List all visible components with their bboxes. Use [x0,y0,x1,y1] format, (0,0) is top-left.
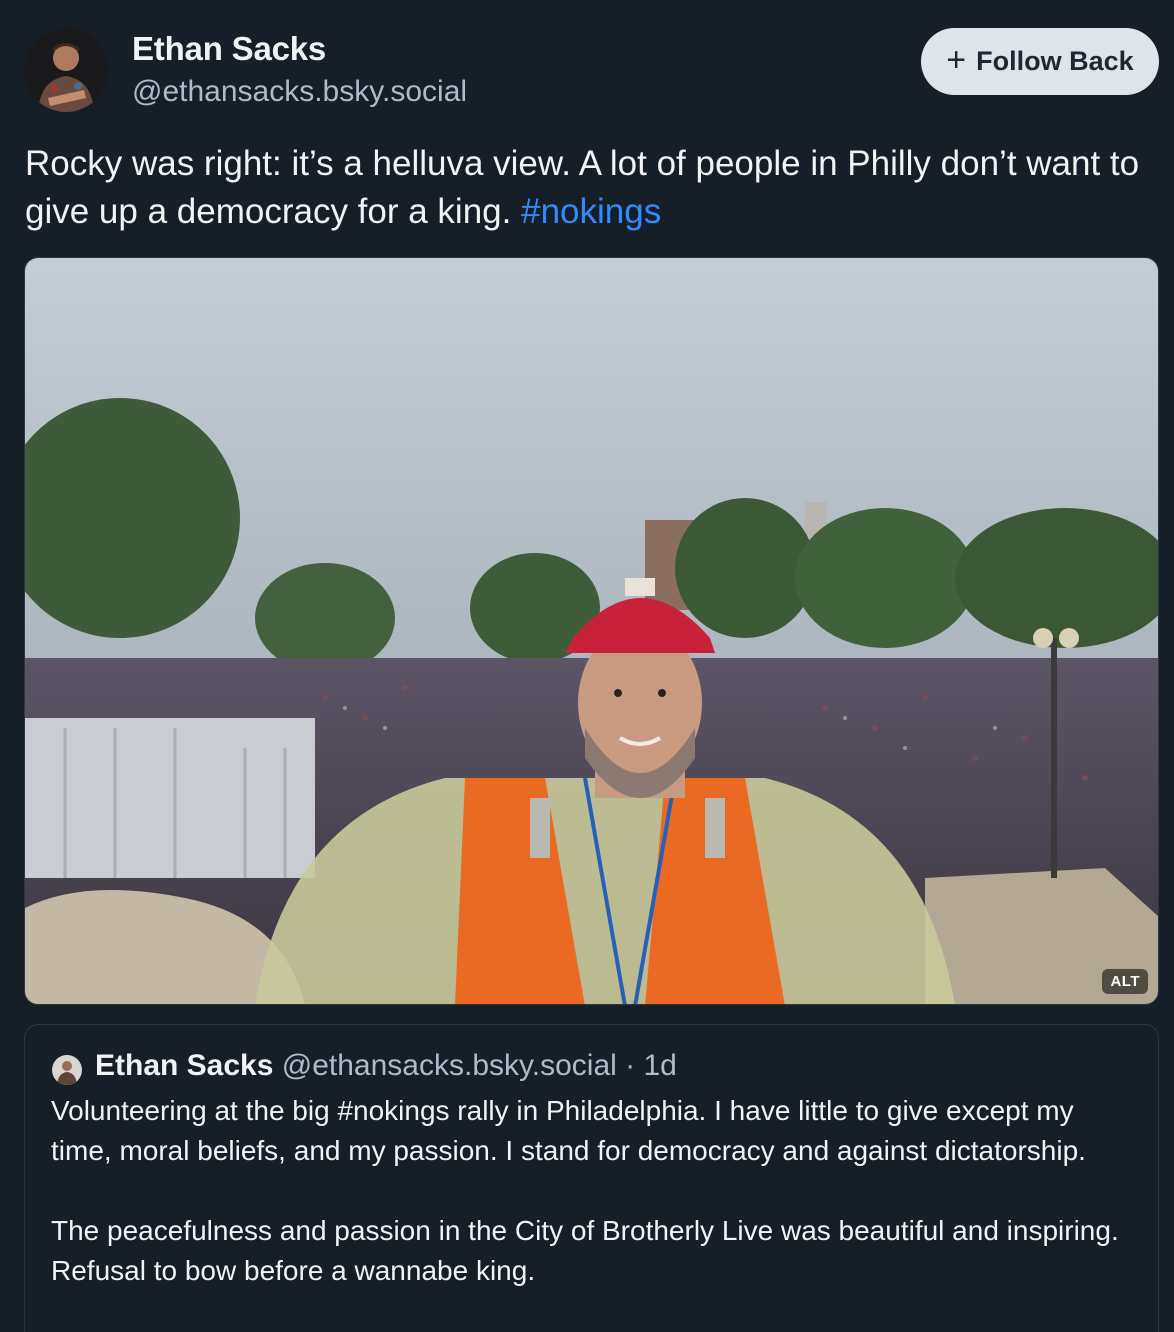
author-name[interactable]: Ethan Sacks [132,30,326,68]
quoted-post[interactable]: Ethan Sacks @ethansacks.bsky.social · 1d… [24,1024,1159,1332]
post-image[interactable]: ALT [24,257,1159,1005]
hashtag-link[interactable]: #nokings [521,192,661,231]
quoted-post-time: 1d [643,1049,677,1082]
rally-photo [25,258,1158,1004]
quoted-paragraph: The peacefulness and passion in the City… [51,1215,1119,1286]
quoted-author-name: Ethan Sacks [95,1049,274,1082]
quoted-paragraph: Volunteering at the big #nokings rally i… [51,1095,1086,1166]
quoted-separator: · [625,1049,636,1082]
post-container: Ethan Sacks @ethansacks.bsky.social + Fo… [0,0,1174,1332]
quoted-author-avatar [52,1055,82,1085]
alt-text-badge[interactable]: ALT [1102,969,1148,994]
follow-back-button[interactable]: + Follow Back [921,28,1159,95]
follow-back-label: Follow Back [976,46,1134,76]
quoted-post-body: Volunteering at the big #nokings rally i… [51,1091,1141,1331]
post-text: Rocky was right: it’s a helluva view. A … [25,140,1150,236]
quoted-author-handle: @ethansacks.bsky.social [281,1049,617,1082]
author-avatar[interactable] [24,28,108,112]
plus-icon: + [946,41,967,79]
quoted-avatar-image [52,1055,82,1085]
quoted-post-header: Ethan Sacks @ethansacks.bsky.social · 1d [95,1049,677,1083]
avatar-image [24,28,108,112]
author-handle[interactable]: @ethansacks.bsky.social [132,75,467,109]
